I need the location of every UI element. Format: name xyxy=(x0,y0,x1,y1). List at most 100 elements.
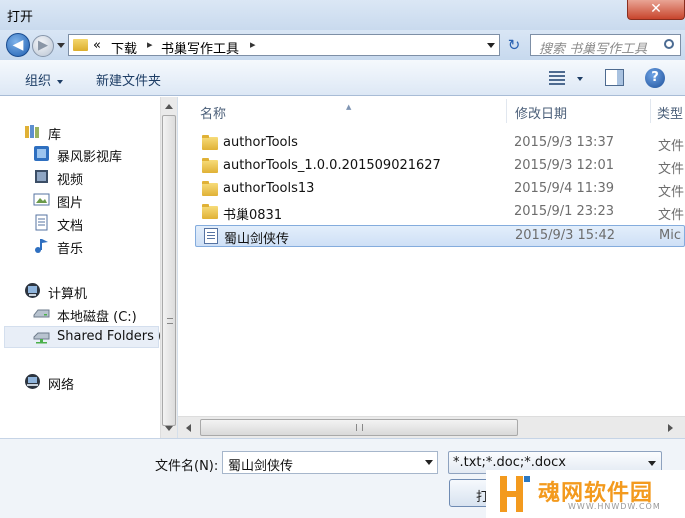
video-library-icon xyxy=(34,146,49,161)
file-row[interactable]: authorTools 2015/9/3 13:37 文件 xyxy=(195,133,685,155)
recent-locations-dropdown[interactable] xyxy=(57,43,65,48)
nav-item-label: 视频 xyxy=(57,173,84,188)
watermark-url: WWW.HNWDW.COM xyxy=(568,502,661,511)
refresh-button[interactable]: ↻ xyxy=(503,35,525,55)
address-box[interactable]: « 下载 ▸ 书巢写作工具 ▸ xyxy=(68,34,500,57)
nav-item-label: 网络 xyxy=(48,378,75,393)
file-row[interactable]: authorTools_1.0.0.201509021627 2015/9/3 1… xyxy=(195,156,685,178)
file-modified-date: 2015/9/1 23:23 xyxy=(514,204,614,219)
column-name-label: 名称 xyxy=(200,107,227,122)
address-dropdown-icon[interactable] xyxy=(487,43,495,48)
folder-icon xyxy=(202,135,218,150)
column-modified-label: 修改日期 xyxy=(515,107,568,122)
file-list-pane: 名称 ▲ 修改日期 类型 authorTools 2015/9/3 13:37 文件… xyxy=(178,97,685,438)
navigation-pane: 库 暴风影视库 视频 图片 文档 音乐 计算机 本地磁盘 (C:) Shared… xyxy=(0,97,178,438)
title-bar: 打开 ✕ xyxy=(0,0,685,30)
scroll-thumb[interactable] xyxy=(200,419,518,436)
file-name: authorTools_1.0.0.201509021627 xyxy=(223,158,441,173)
grip-icon xyxy=(356,424,363,431)
folder-icon xyxy=(202,204,218,219)
folder-icon xyxy=(73,39,88,51)
scroll-right-icon[interactable] xyxy=(668,424,673,432)
column-header-type[interactable]: 类型 xyxy=(651,97,685,125)
file-row[interactable]: 书巢0831 2015/9/1 23:23 文件 xyxy=(195,202,685,224)
command-toolbar: 组织 新建文件夹 ? xyxy=(0,60,685,96)
video-icon xyxy=(35,170,48,183)
back-button[interactable]: ◀ xyxy=(6,33,30,57)
file-row[interactable]: authorTools13 2015/9/4 11:39 文件 xyxy=(195,179,685,201)
breadcrumb-separator-icon[interactable]: ▸ xyxy=(147,38,153,51)
new-folder-button[interactable]: 新建文件夹 xyxy=(96,70,161,89)
file-name: authorTools13 xyxy=(223,181,315,196)
music-icon xyxy=(35,239,48,253)
chevron-down-icon xyxy=(57,79,64,84)
network-icon xyxy=(25,374,40,389)
folder-icon xyxy=(202,181,218,196)
computer-icon xyxy=(25,283,40,298)
nav-item-label: 暴风影视库 xyxy=(57,150,123,165)
nav-item-label: 计算机 xyxy=(48,287,88,302)
organize-label: 组织 xyxy=(25,74,52,89)
forward-button[interactable]: ▶ xyxy=(32,35,54,57)
breadcrumb-current-folder[interactable]: 书巢写作工具 xyxy=(161,38,239,57)
chevron-down-icon xyxy=(648,461,656,466)
nav-item-label: 文档 xyxy=(57,219,84,234)
network-drive-icon xyxy=(33,332,50,344)
file-type-filter-value: *.txt;*.doc;*.docx xyxy=(453,455,566,470)
file-type: 文件 xyxy=(658,162,685,177)
file-horizontal-scrollbar[interactable] xyxy=(178,416,685,438)
back-arrow-icon: ◀ xyxy=(12,37,24,53)
file-type: 文件 xyxy=(658,185,685,200)
library-icon xyxy=(25,125,39,138)
scroll-down-icon[interactable] xyxy=(165,426,173,431)
window-title: 打开 xyxy=(7,10,34,25)
scroll-left-icon[interactable] xyxy=(186,424,191,432)
breadcrumb-overflow[interactable]: « xyxy=(93,38,101,53)
organize-menu-button[interactable]: 组织 xyxy=(25,70,64,89)
hard-drive-icon xyxy=(33,309,50,318)
nav-item-label: 音乐 xyxy=(57,242,84,257)
filename-history-dropdown-icon[interactable] xyxy=(425,460,433,465)
filename-input[interactable]: 蜀山剑侠传 xyxy=(222,451,438,474)
preview-pane-icon[interactable] xyxy=(605,69,624,86)
breadcrumb-separator-icon[interactable]: ▸ xyxy=(250,38,256,51)
documents-icon xyxy=(35,214,48,231)
file-modified-date: 2015/9/3 12:01 xyxy=(514,158,614,173)
file-type: 文件 xyxy=(658,139,685,154)
forward-arrow-icon: ▶ xyxy=(38,38,48,53)
column-header-name[interactable]: 名称 ▲ xyxy=(178,97,506,125)
address-bar-row: ◀ ▶ « 下载 ▸ 书巢写作工具 ▸ ↻ 搜索 书巢写作工具 xyxy=(0,30,685,60)
search-placeholder: 搜索 书巢写作工具 xyxy=(539,42,648,57)
nav-vertical-scrollbar[interactable] xyxy=(160,97,177,438)
column-type-label: 类型 xyxy=(657,107,684,122)
file-name: 书巢0831 xyxy=(223,208,283,223)
file-modified-date: 2015/9/4 11:39 xyxy=(514,181,614,196)
view-options-dropdown[interactable] xyxy=(577,77,583,81)
scroll-up-icon[interactable] xyxy=(165,104,173,109)
close-icon: ✕ xyxy=(650,1,662,17)
search-icon xyxy=(664,39,674,49)
search-input[interactable]: 搜索 书巢写作工具 xyxy=(530,34,681,57)
file-name: 蜀山剑侠传 xyxy=(224,232,290,247)
sort-ascending-icon: ▲ xyxy=(346,103,352,111)
pictures-icon xyxy=(33,193,50,206)
close-button[interactable]: ✕ xyxy=(627,0,685,20)
change-view-icon[interactable] xyxy=(549,71,565,85)
file-name: authorTools xyxy=(223,135,298,150)
breadcrumb-downloads[interactable]: 下载 xyxy=(111,38,137,57)
nav-item-label: 库 xyxy=(48,128,62,143)
filename-value: 蜀山剑侠传 xyxy=(228,459,294,474)
scroll-thumb[interactable] xyxy=(162,115,176,426)
folder-icon xyxy=(202,158,218,173)
help-icon[interactable]: ? xyxy=(645,68,665,88)
document-icon xyxy=(204,228,218,244)
column-header-modified[interactable]: 修改日期 xyxy=(507,97,650,125)
file-type: 文件 xyxy=(658,208,685,223)
file-modified-date: 2015/9/3 15:42 xyxy=(515,228,615,243)
file-type: Mic xyxy=(659,228,681,243)
file-row[interactable]: 蜀山剑侠传 2015/9/3 15:42 Mic xyxy=(195,225,685,247)
watermark: 魂网软件园 WWW.HNWDW.COM xyxy=(486,470,685,518)
refresh-icon: ↻ xyxy=(507,36,521,54)
watermark-logo-icon xyxy=(500,476,530,512)
nav-item-label: 本地磁盘 (C:) xyxy=(57,310,137,325)
